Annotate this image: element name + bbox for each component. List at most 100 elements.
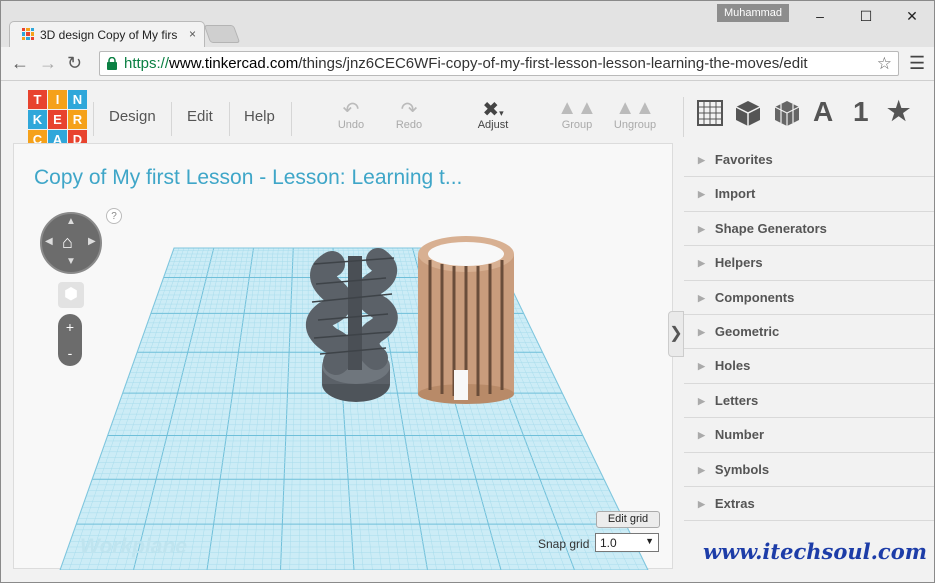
- shapes-sidebar: ▶ Favorites ▶ Import ▶ Shape Generators ▶ He…: [684, 143, 934, 522]
- expand-triangle-icon: ▶: [698, 326, 705, 337]
- undo-label: Undo: [337, 119, 365, 131]
- menu-edit[interactable]: Edit: [187, 108, 213, 125]
- expand-triangle-icon: ▶: [698, 395, 705, 406]
- design-canvas[interactable]: Copy of My first Lesson - Lesson: Learni…: [13, 143, 673, 570]
- collapse-sidebar-button[interactable]: ❯: [668, 311, 684, 357]
- lock-icon: [107, 57, 117, 70]
- cylinder-cage-shape[interactable]: [418, 236, 514, 404]
- star-outline-icon[interactable]: ☆: [877, 54, 892, 74]
- group-label: Group: [561, 119, 593, 131]
- undo-button[interactable]: ↶ Undo: [321, 97, 381, 131]
- sidebar-item-import[interactable]: ▶ Import: [684, 177, 934, 212]
- adjust-tools-icon: ✖▾: [482, 99, 504, 121]
- sidebar-item-label: Symbols: [714, 461, 770, 477]
- snap-grid-value: 1.0: [600, 536, 617, 550]
- sidebar-item-letters[interactable]: ▶ Letters: [684, 384, 934, 419]
- sidebar-item-shape-generators[interactable]: ▶ Shape Generators: [684, 212, 934, 247]
- forward-arrow-icon[interactable]: →: [39, 53, 57, 74]
- separator: [229, 102, 230, 136]
- url-scheme: https://: [124, 55, 170, 72]
- tab-close-icon[interactable]: ×: [189, 27, 196, 41]
- expand-triangle-icon: ▶: [698, 361, 705, 372]
- expand-triangle-icon: ▶: [698, 155, 705, 165]
- help-icon[interactable]: ?: [106, 208, 122, 224]
- sidebar-item-label: Shape Generators: [714, 220, 827, 236]
- expand-triangle-icon: ▶: [698, 258, 705, 269]
- tinkercad-logo[interactable]: T I N K E R C A D: [28, 90, 87, 149]
- sidebar-item-helpers[interactable]: ▶ Helpers: [684, 246, 934, 281]
- sidebar-item-geometric[interactable]: ▶ Geometric: [684, 315, 934, 350]
- sidebar-item-holes[interactable]: ▶ Holes: [684, 349, 934, 384]
- close-window-button[interactable]: ✕: [889, 1, 935, 31]
- watermark-text: www.itechsoul.com: [703, 539, 927, 564]
- view-navigation-pad[interactable]: ▲ ▼ ◀ ▶ ⌂: [40, 212, 102, 274]
- sidebar-item-favorites[interactable]: ▶ Favorites: [684, 143, 934, 178]
- adjust-button[interactable]: ✖▾ Adjust: [463, 97, 523, 131]
- zoom-control[interactable]: + -: [58, 314, 82, 366]
- maximize-button[interactable]: ☐: [843, 1, 889, 31]
- separator: [171, 102, 172, 136]
- expand-triangle-icon: ▶: [698, 189, 705, 200]
- url-path: /things/jnz6CEC6WFi-copy-of-my-first-les…: [298, 55, 808, 72]
- cube-wire-icon[interactable]: [773, 99, 801, 127]
- logo-letter: I: [48, 90, 67, 109]
- zoom-out-button[interactable]: -: [58, 340, 82, 366]
- snap-grid-select[interactable]: 1.0 ▼: [595, 533, 659, 552]
- star-icon[interactable]: ★: [887, 96, 910, 127]
- dropdown-arrow-icon: ▼: [645, 536, 654, 546]
- browser-tab[interactable]: 3D design Copy of My firs ×: [9, 21, 205, 47]
- arrow-down-icon[interactable]: ▼: [66, 256, 76, 267]
- redo-label: Redo: [395, 119, 423, 131]
- group-button[interactable]: ▲▲ Group: [547, 97, 607, 131]
- redo-button[interactable]: ↷ Redo: [379, 97, 439, 131]
- back-arrow-icon[interactable]: ←: [11, 53, 29, 74]
- reload-icon[interactable]: ↻: [67, 53, 82, 74]
- edit-grid-button[interactable]: Edit grid: [596, 511, 660, 528]
- sidebar-item-label: Holes: [714, 358, 751, 374]
- sidebar-item-label: Extras: [714, 495, 755, 511]
- logo-letter: R: [68, 110, 87, 129]
- address-bar[interactable]: https://www.tinkercad.com/things/jnz6CEC…: [99, 51, 899, 76]
- logo-letter: N: [68, 90, 87, 109]
- zoom-in-button[interactable]: +: [58, 314, 82, 340]
- sidebar-item-components[interactable]: ▶ Components: [684, 281, 934, 315]
- arrow-up-icon[interactable]: ▲: [66, 216, 76, 227]
- new-tab-button[interactable]: [203, 25, 241, 43]
- profile-name[interactable]: Muhammad: [717, 4, 789, 22]
- expand-triangle-icon: ▶: [698, 292, 705, 303]
- grid-view-icon[interactable]: [697, 100, 723, 126]
- arrow-right-icon[interactable]: ▶: [88, 236, 96, 247]
- url-host: www.tinkercad.com: [169, 55, 299, 72]
- minimize-button[interactable]: –: [797, 1, 843, 31]
- adjust-label: Adjust: [477, 119, 509, 131]
- ungroup-icon: ▲▲: [615, 97, 655, 119]
- browser-toolbar: ← → ↻ https://www.tinkercad.com/things/j…: [1, 47, 934, 81]
- snap-grid-label: Snap grid: [538, 537, 590, 551]
- menu-help[interactable]: Help: [244, 108, 275, 125]
- menu-design[interactable]: Design: [109, 108, 156, 125]
- separator: [291, 102, 292, 136]
- title-bar: 3D design Copy of My firs × Muhammad – ☐…: [1, 1, 934, 47]
- sidebar-item-label: Favorites: [714, 152, 773, 167]
- sidebar-item-symbols[interactable]: ▶ Symbols: [684, 453, 934, 487]
- redo-icon: ↷: [400, 99, 418, 121]
- tinkercad-favicon-icon: [22, 28, 34, 40]
- expand-triangle-icon: ▶: [698, 430, 705, 441]
- home-icon[interactable]: ⌂: [62, 232, 73, 253]
- fit-view-cube-icon[interactable]: ⬢: [58, 282, 84, 308]
- sidebar-item-label: Number: [714, 427, 765, 443]
- sidebar-item-label: Geometric: [714, 323, 780, 339]
- sidebar-item-extras[interactable]: ▶ Extras: [684, 487, 934, 522]
- hamburger-menu-icon[interactable]: ☰: [909, 53, 925, 74]
- cube-solid-icon[interactable]: [734, 99, 762, 127]
- ungroup-button[interactable]: ▲▲ Ungroup: [605, 97, 665, 131]
- sidebar-item-number[interactable]: ▶ Number: [684, 418, 934, 453]
- numbers-view-icon[interactable]: 1: [853, 96, 869, 128]
- letters-view-icon[interactable]: A: [813, 96, 833, 128]
- browser-window: 3D design Copy of My firs × Muhammad – ☐…: [0, 0, 935, 583]
- logo-letter: T: [28, 90, 47, 109]
- expand-triangle-icon: ▶: [698, 498, 705, 509]
- separator: [683, 97, 684, 137]
- arrow-left-icon[interactable]: ◀: [45, 236, 53, 247]
- spiral-staircase-shape[interactable]: [306, 248, 398, 402]
